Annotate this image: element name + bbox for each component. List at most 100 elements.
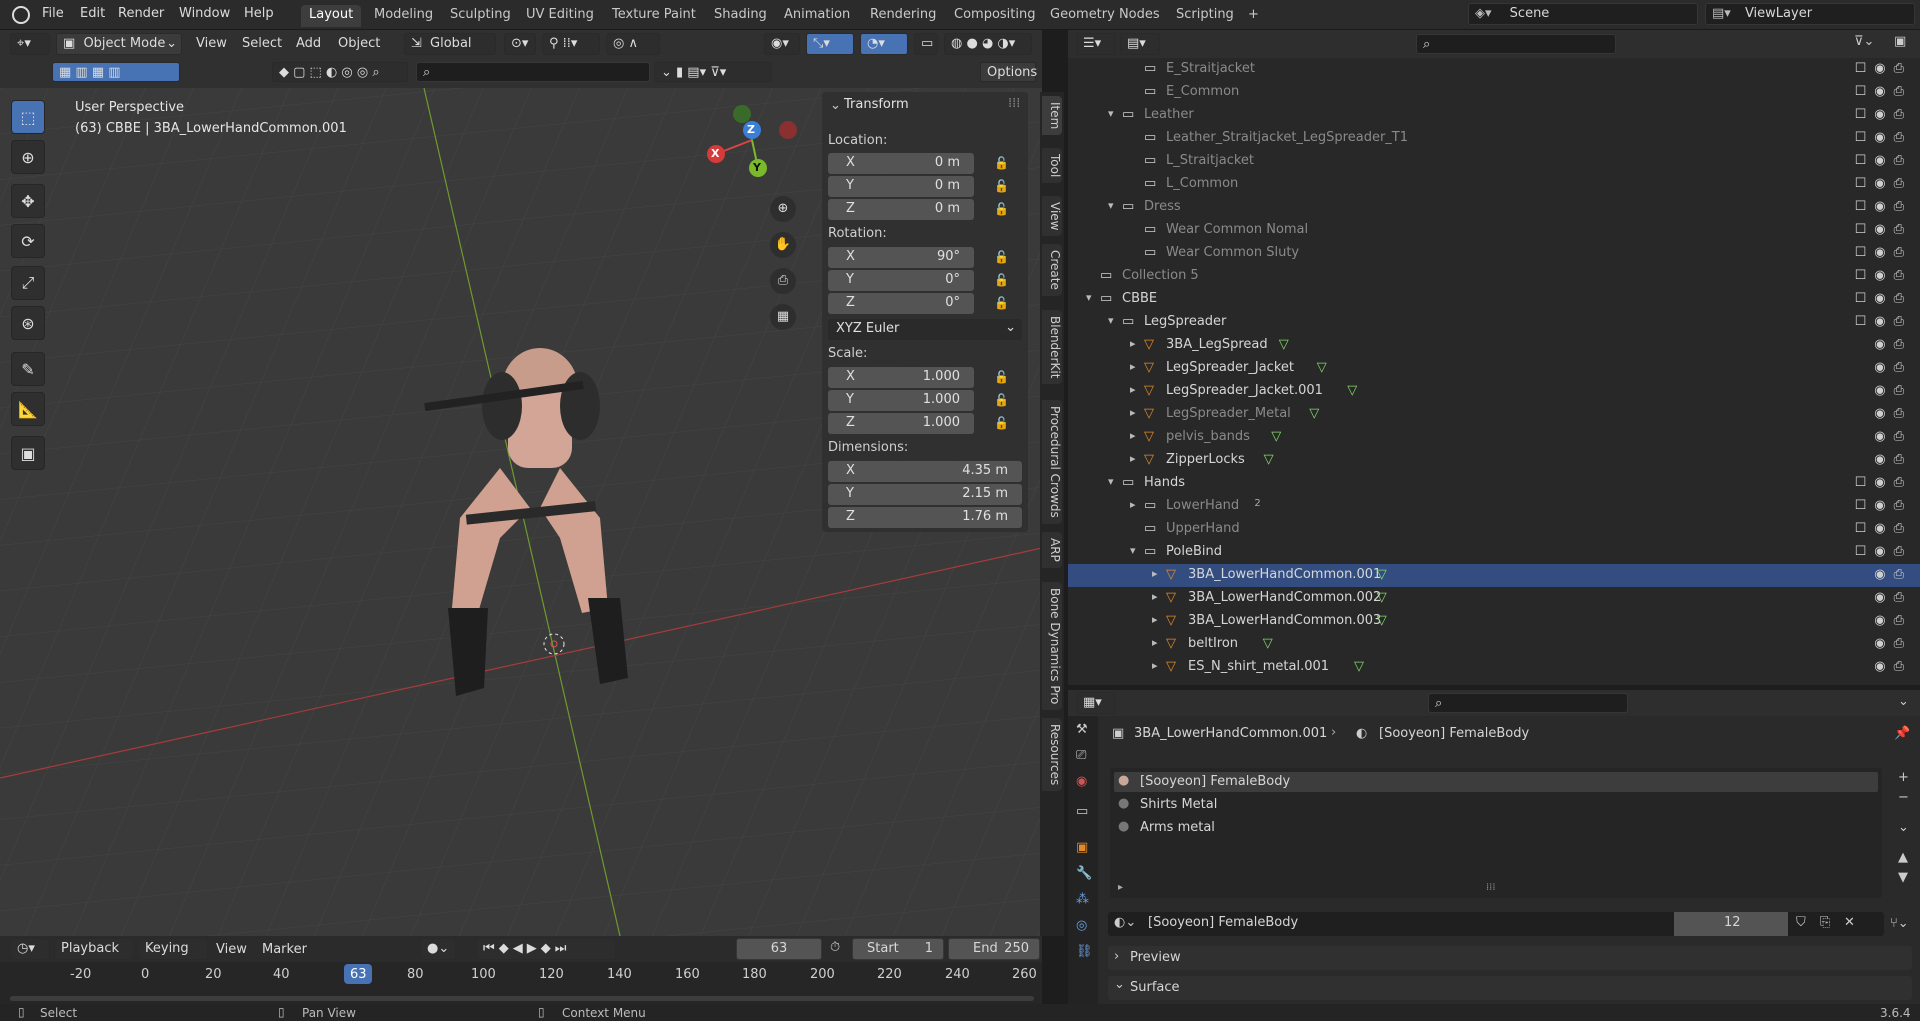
add-slot-icon[interactable]: +	[1898, 770, 1909, 785]
add-cube-tool-icon[interactable]: ▣	[11, 436, 45, 470]
timeline-menu-view[interactable]: View	[216, 942, 247, 957]
tab-animation[interactable]: Animation	[776, 5, 858, 27]
timeline-scrollbar[interactable]	[10, 996, 1034, 1001]
outliner-row[interactable]: ▸ ▽ ZipperLocks ▽ ◉⎙	[1068, 449, 1920, 472]
visibility-toggles[interactable]: ◉⎙	[1874, 360, 1912, 375]
visibility-toggles[interactable]: ◉⎙	[1874, 613, 1912, 628]
mesh-data-icon[interactable]: ▽	[1377, 590, 1387, 605]
dimensions-y-field[interactable]: Y 2.15 m	[828, 484, 1022, 505]
visibility-toggles[interactable]: ◉⎙	[1874, 406, 1912, 421]
world-tab-icon[interactable]: ◉	[1076, 774, 1087, 789]
tab-rendering[interactable]: Rendering	[862, 5, 944, 27]
lock-icon[interactable]: 🔓	[994, 370, 1009, 384]
stopwatch-icon[interactable]: ⏱	[830, 940, 840, 955]
lock-icon[interactable]: 🔓	[994, 202, 1009, 216]
orientation-dropdown[interactable]: ⇲ Global	[404, 33, 496, 55]
outliner-row[interactable]: ▭ L_Straitjacket ☐◉⎙	[1068, 150, 1920, 173]
options-dropdown[interactable]: Options	[980, 62, 1037, 82]
expand-arrow-icon[interactable]: ▸	[1130, 360, 1136, 373]
pin-icon[interactable]: 📌	[1894, 726, 1910, 741]
location-y-field[interactable]: Y0 m	[828, 176, 974, 197]
outliner-row[interactable]: ▸ ▽ 3BA_LowerHandCommon.003 ▽ ◉⎙	[1068, 610, 1920, 633]
move-tool-icon[interactable]: ✥	[11, 184, 45, 218]
record-button[interactable]: ●⌄	[420, 938, 456, 960]
sidetab-bone-dynamics-pro[interactable]: Bone Dynamics Pro	[1042, 582, 1062, 711]
material-slot-item[interactable]: ● Arms metal	[1114, 818, 1878, 838]
visibility-toggles[interactable]: ☐◉⎙	[1855, 314, 1912, 329]
collapse-arrow-icon[interactable]: ▾	[1086, 291, 1092, 304]
visibility-toggles[interactable]: ☐◉⎙	[1855, 61, 1912, 76]
select-mode-buttons[interactable]: ▦ ▥ ▦ ▥	[52, 62, 180, 82]
pivot-dropdown[interactable]: ⊙▾	[504, 33, 536, 55]
rotate-tool-icon[interactable]: ⟳	[11, 224, 45, 258]
mesh-data-icon[interactable]: ▽	[1309, 406, 1319, 421]
viewlayer-selector[interactable]: ▤▾ ViewLayer	[1705, 3, 1915, 25]
collapse-arrow-icon[interactable]: ▾	[1108, 314, 1114, 327]
mesh-data-icon[interactable]: ▽	[1263, 636, 1273, 651]
outliner-row[interactable]: ▸ ▽ 3BA_LegSpread ▽ ◉⎙	[1068, 334, 1920, 357]
outliner-row[interactable]: ▭ Collection 5 ☐◉⎙	[1068, 265, 1920, 288]
visibility-toggles[interactable]: ◉⎙	[1874, 337, 1912, 352]
mesh-data-icon[interactable]: ▽	[1264, 452, 1274, 467]
viewport-search-input[interactable]: ⌕	[416, 62, 650, 82]
mesh-data-icon[interactable]: ▽	[1347, 383, 1357, 398]
menu-file[interactable]: File	[42, 6, 64, 21]
new-collection-icon[interactable]: ▣	[1894, 34, 1906, 49]
visibility-toggles[interactable]: ☐◉⎙	[1855, 130, 1912, 145]
node-tree-icon[interactable]: ⑂⌄	[1890, 916, 1909, 931]
outliner-search-input[interactable]: ⌕	[1416, 34, 1616, 54]
chevron-down-icon[interactable]: ⌄	[1898, 694, 1909, 709]
outliner-row[interactable]: ▸ ▭ LowerHand 2 ☐◉⎙	[1068, 495, 1920, 518]
select-box-tool-icon[interactable]: ⬚	[11, 100, 45, 134]
menu-render[interactable]: Render	[118, 6, 164, 21]
tab-scripting[interactable]: Scripting	[1168, 5, 1242, 27]
lock-icon[interactable]: 🔓	[994, 179, 1009, 193]
vp-menu-add[interactable]: Add	[296, 36, 321, 51]
outliner-editor-type-button[interactable]: ☰▾	[1076, 33, 1116, 55]
display-mode-button[interactable]: ▤▾	[1120, 33, 1160, 55]
rotation-x-field[interactable]: X 90°	[828, 247, 974, 268]
outliner-row[interactable]: ▸ ▽ LegSpreader_Jacket ▽ ◉⎙	[1068, 357, 1920, 380]
move-down-icon[interactable]: ▼	[1898, 870, 1908, 885]
scene-selector[interactable]: ◈▾ Scene	[1468, 3, 1698, 25]
properties-editor-type-button[interactable]: ▦▾	[1076, 692, 1116, 714]
collapse-arrow-icon[interactable]: ▾	[1108, 199, 1114, 212]
mesh-data-icon[interactable]: ▽	[1271, 429, 1281, 444]
scale-x-field[interactable]: X 1.000	[828, 367, 974, 388]
sidetab-resources[interactable]: Resources	[1042, 718, 1062, 792]
tab-texture-paint[interactable]: Texture Paint	[604, 5, 704, 27]
annotate-tool-icon[interactable]: ✎	[11, 352, 45, 386]
expand-arrow-icon[interactable]: ▸	[1130, 429, 1136, 442]
zoom-icon[interactable]: ⊕	[770, 196, 796, 222]
outliner-row[interactable]: ▸ ▽ 3BA_LowerHandCommon.002 ▽ ◉⎙	[1068, 587, 1920, 610]
expand-arrow-icon[interactable]: ▸	[1130, 406, 1136, 419]
drag-handle-icon[interactable]: ⁞⁞⁞	[1486, 882, 1496, 893]
modifier-tab-icon[interactable]: 🔧	[1076, 866, 1092, 881]
visibility-toggles[interactable]: ◉⎙	[1874, 590, 1912, 605]
tab-layout[interactable]: Layout	[301, 5, 362, 27]
add-workspace-button[interactable]: +	[1240, 5, 1267, 27]
surface-panel-header[interactable]: ⌄ Surface	[1108, 976, 1912, 1000]
dimensions-x-field[interactable]: X 4.35 m	[828, 461, 1022, 482]
collapse-arrow-icon[interactable]: ▾	[1130, 544, 1136, 557]
drag-handle-icon[interactable]: ⁞⁞⁞	[1008, 96, 1020, 111]
lock-icon[interactable]: 🔓	[994, 156, 1009, 170]
mesh-data-icon[interactable]: ▽	[1317, 360, 1327, 375]
pan-hand-icon[interactable]: ✋	[770, 232, 796, 258]
sidetab-tool[interactable]: Tool	[1042, 148, 1062, 184]
playback-menu[interactable]: Playback	[54, 938, 134, 960]
outliner-row[interactable]: ▭ E_Common ☐◉⎙	[1068, 81, 1920, 104]
properties-search-input[interactable]: ⌕	[1428, 693, 1628, 713]
shading-buttons[interactable]: ◍ ● ◕ ◑▾	[944, 33, 1032, 55]
constraint-tab-icon[interactable]: ⛓	[1076, 944, 1093, 959]
visibility-toggles[interactable]: ◉⎙	[1874, 636, 1912, 651]
visibility-toggles[interactable]: ☐◉⎙	[1855, 498, 1912, 513]
sidetab-view[interactable]: View	[1042, 196, 1062, 237]
blender-logo-icon[interactable]	[12, 6, 30, 24]
scale-z-field[interactable]: Z 1.000	[828, 413, 974, 434]
outliner-row[interactable]: ▭ E_Straitjacket ☐◉⎙	[1068, 58, 1920, 81]
measure-tool-icon[interactable]: 📐	[11, 392, 45, 426]
outliner-row[interactable]: ▾ ▭ Dress ☐◉⎙	[1068, 196, 1920, 219]
visibility-toggles[interactable]: ◉⎙	[1874, 383, 1912, 398]
tab-compositing[interactable]: Compositing	[946, 5, 1044, 27]
